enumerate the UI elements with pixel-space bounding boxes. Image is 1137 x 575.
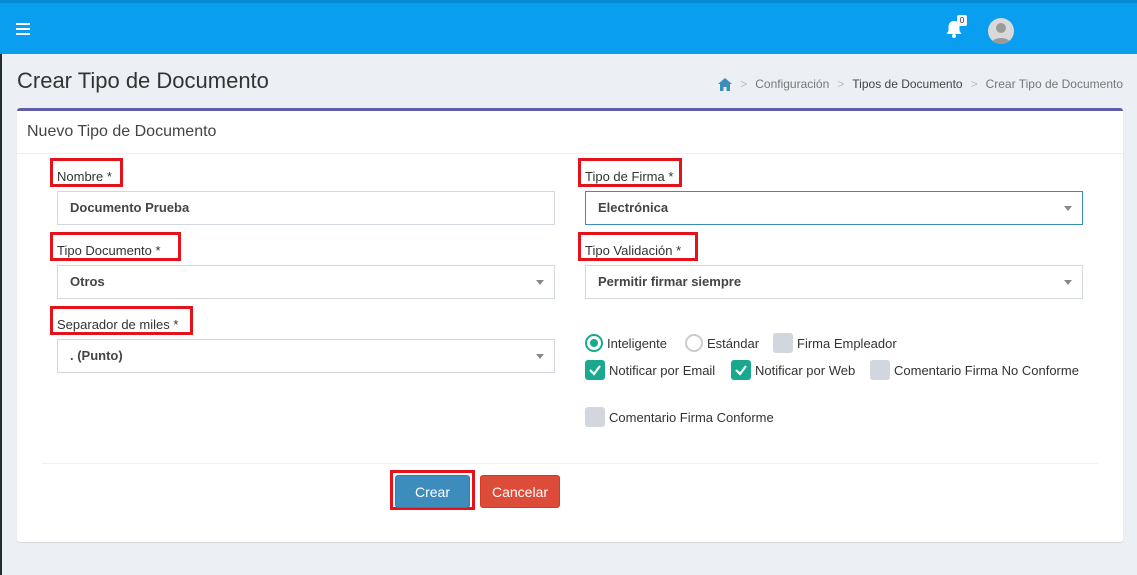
checkmark-icon — [585, 360, 605, 380]
page-title: Crear Tipo de Documento — [17, 68, 269, 93]
separador-select[interactable]: . (Punto) — [57, 339, 555, 373]
checkbox-comentario-no-conforme[interactable]: Comentario Firma No Conforme — [870, 360, 1079, 380]
checkbox-notificar-web[interactable]: Notificar por Web — [731, 360, 855, 380]
checkbox-unchecked-icon — [585, 407, 605, 427]
radio-estandar-label: Estándar — [707, 335, 760, 351]
radio-estandar[interactable]: Estándar — [685, 334, 759, 352]
top-navbar: 0 — [0, 0, 1137, 54]
menu-toggle-icon[interactable] — [16, 23, 30, 35]
chevron-down-icon — [1064, 206, 1072, 211]
checkbox-comentario-conforme-label: Comentario Firma Conforme — [609, 409, 774, 425]
sidebar-edge — [0, 54, 2, 575]
cancelar-button[interactable]: Cancelar — [480, 475, 560, 508]
breadcrumb: > Configuración > Tipos de Documento > C… — [718, 77, 1123, 91]
tipo-firma-label: Tipo de Firma * — [585, 169, 674, 184]
chevron-down-icon — [1064, 280, 1072, 285]
checkbox-notificar-email[interactable]: Notificar por Email — [585, 360, 715, 380]
form-box: Nuevo Tipo de Documento Nombre * Documen… — [17, 108, 1123, 542]
tipo-validacion-label: Tipo Validación * — [585, 243, 682, 258]
breadcrumb-separator: > — [837, 77, 845, 91]
tipo-validacion-select[interactable]: Permitir firmar siempre — [585, 265, 1083, 299]
breadcrumb-configuracion[interactable]: Configuración — [755, 77, 829, 91]
box-title: Nuevo Tipo de Documento — [27, 123, 217, 140]
checkbox-unchecked-icon — [773, 333, 793, 353]
separador-label: Separador de miles * — [57, 317, 179, 332]
divider — [17, 153, 1123, 154]
breadcrumb-separator: > — [970, 77, 978, 91]
breadcrumb-current: Crear Tipo de Documento — [985, 77, 1123, 91]
checkbox-unchecked-icon — [870, 360, 890, 380]
user-avatar[interactable] — [988, 18, 1014, 44]
tipo-documento-label: Tipo Documento * — [57, 243, 161, 258]
checkbox-comentario-no-conforme-label: Comentario Firma No Conforme — [894, 362, 1079, 378]
home-icon[interactable] — [718, 77, 733, 91]
footer-divider — [42, 463, 1098, 464]
radio-inteligente[interactable]: Inteligente — [585, 334, 667, 352]
checkbox-notificar-email-label: Notificar por Email — [609, 362, 716, 378]
checkbox-notificar-web-label: Notificar por Web — [755, 362, 856, 378]
checkbox-firma-empleador[interactable]: Firma Empleador — [773, 333, 897, 353]
tipo-firma-select[interactable]: Electrónica — [585, 191, 1083, 225]
tipo-firma-value: Electrónica — [598, 200, 669, 215]
separador-value: . (Punto) — [70, 348, 123, 363]
nombre-label: Nombre * — [57, 169, 112, 184]
notification-badge: 0 — [957, 15, 967, 26]
chevron-down-icon — [536, 280, 544, 285]
tipo-validacion-value: Permitir firmar siempre — [598, 274, 742, 289]
nombre-input[interactable]: Documento Prueba — [57, 191, 555, 225]
checkbox-comentario-conforme[interactable]: Comentario Firma Conforme — [585, 407, 774, 427]
checkbox-firma-empleador-label: Firma Empleador — [797, 335, 897, 351]
tipo-documento-select[interactable]: Otros — [57, 265, 555, 299]
crear-button[interactable]: Crear — [395, 475, 470, 508]
checkmark-icon — [731, 360, 751, 380]
tipo-documento-value: Otros — [70, 274, 105, 289]
radio-checked-icon — [585, 334, 603, 352]
breadcrumb-separator: > — [740, 77, 748, 91]
chevron-down-icon — [536, 354, 544, 359]
radio-inteligente-label: Inteligente — [607, 335, 667, 351]
radio-unchecked-icon — [685, 334, 703, 352]
breadcrumb-tipos-documento[interactable]: Tipos de Documento — [852, 77, 962, 91]
